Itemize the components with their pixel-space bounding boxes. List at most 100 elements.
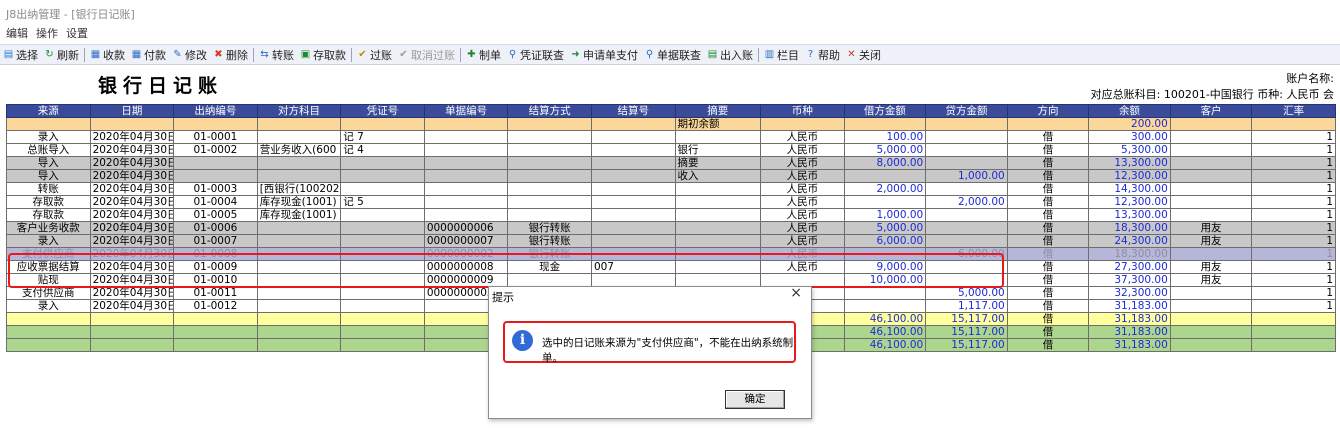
table-cell: 1	[1251, 208, 1336, 222]
table-cell: 37,300.00	[1088, 273, 1171, 287]
toolbar-button-in-out[interactable]: ▤ 出入账	[704, 47, 756, 63]
table-cell	[1169, 117, 1253, 131]
toolbar-button-help[interactable]: ? 帮助	[802, 47, 843, 63]
table-cell: 01-0003	[173, 182, 258, 196]
toolbar-button-close[interactable]: ✕ 关闭	[843, 47, 884, 63]
column-header[interactable]: 单据编号	[423, 104, 509, 118]
table-cell: 1	[1251, 130, 1336, 144]
table-cell	[760, 117, 845, 131]
table-cell	[590, 143, 676, 157]
column-header[interactable]: 方向	[1006, 104, 1090, 118]
account-info: 对应总账科目: 100201-中国银行 币种: 人民币 会	[1090, 88, 1334, 101]
table-cell: 2020年04月30日	[89, 156, 175, 170]
toolbar-button-transfer[interactable]: ⇆ 转账	[256, 47, 297, 63]
table-row[interactable]: 导入 2020年04月30日 摘要 人民币 8,000.00 借 13,300.00 1	[6, 156, 1336, 170]
post-icon: ✔	[358, 49, 367, 60]
table-cell: 用友	[1169, 234, 1253, 248]
column-header[interactable]: 出纳编号	[173, 104, 258, 118]
ok-button[interactable]: 确定	[725, 390, 785, 409]
toolbar-button-payment[interactable]: ▦ 付款	[128, 47, 169, 63]
table-cell: 24,300.00	[1088, 234, 1171, 248]
toolbar-button-delete[interactable]: ✖ 删除	[210, 47, 251, 63]
toolbar-separator	[758, 47, 759, 62]
table-row[interactable]: 导入 2020年04月30日 收入 人民币 1,000.00 借 12,300.00 1	[6, 169, 1336, 183]
table-cell	[674, 182, 762, 196]
table-cell	[256, 299, 342, 313]
table-cell: 用友	[1169, 273, 1253, 287]
table-cell: 31,183.00	[1088, 325, 1171, 339]
toolbar-label: 凭证联查	[520, 48, 564, 62]
table-cell: 2020年04月30日	[89, 299, 175, 313]
toolbar-button-select[interactable]: ▤ 选择	[0, 47, 41, 63]
menu-item-0[interactable]: 编辑	[6, 25, 28, 41]
column-header[interactable]: 来源	[6, 104, 91, 118]
column-header[interactable]: 币种	[760, 104, 845, 118]
toolbar-label: 过账	[370, 48, 392, 62]
table-cell	[256, 156, 342, 170]
column-header[interactable]: 结算号	[590, 104, 676, 118]
table-cell	[423, 143, 509, 157]
table-row[interactable]: 录入 2020年04月30日 01-0007 0000000007 银行转账 人民币 6,0…	[6, 234, 1336, 248]
toolbar-button-apply-pay[interactable]: ➜ 申请单支付	[567, 47, 641, 63]
toolbar-button-columns[interactable]: ▥ 栏目	[761, 47, 802, 63]
toolbar-button-receipt[interactable]: ▦ 收款	[87, 47, 128, 63]
table-cell: 人民币	[760, 182, 845, 196]
column-header[interactable]: 汇率	[1251, 104, 1336, 118]
table-cell: 客户业务收款	[6, 221, 91, 235]
table-cell	[925, 143, 1008, 157]
table-row[interactable]: 总账导入 2020年04月30日 01-0002 营业务收入(600 记 4 银行 人民币 5…	[6, 143, 1336, 157]
table-row[interactable]: 转账 2020年04月30日 01-0003 [西银行(100202 人民币 2,000.…	[6, 182, 1336, 196]
table-row[interactable]: 客户业务收款 2020年04月30日 01-0006 0000000006 银行转账 人民…	[6, 221, 1336, 235]
table-cell	[340, 221, 425, 235]
table-cell: 27,300.00	[1088, 260, 1171, 274]
column-header[interactable]: 余额	[1088, 104, 1171, 118]
table-cell: 借	[1006, 208, 1090, 222]
column-header[interactable]: 贷方金额	[925, 104, 1008, 118]
column-header[interactable]: 结算方式	[507, 104, 592, 118]
table-cell	[925, 234, 1008, 248]
toolbar-button-post[interactable]: ✔ 过账	[354, 47, 395, 63]
table-cell: 人民币	[760, 169, 845, 183]
column-header[interactable]: 客户	[1169, 104, 1253, 118]
table-row[interactable]: 存取款 2020年04月30日 01-0005 库存现金(1001) 人民币 1,000.…	[6, 208, 1336, 222]
toolbar-label: 出入账	[720, 48, 753, 62]
table-cell	[590, 195, 676, 209]
toolbar-button-edit[interactable]: ✎ 修改	[169, 47, 210, 63]
toolbar-button-unpost[interactable]: ✔ 取消过账	[395, 47, 458, 63]
menu-item-1[interactable]: 操作	[36, 25, 58, 41]
table-row[interactable]: 录入 2020年04月30日 01-0001 记 7 人民币 100.00 借 300.00 1	[6, 130, 1336, 144]
table-cell	[590, 234, 676, 248]
table-cell	[1251, 312, 1336, 326]
column-header[interactable]: 摘要	[674, 104, 762, 118]
table-cell: 1	[1251, 195, 1336, 209]
menu-item-2[interactable]: 设置	[66, 25, 88, 41]
table-cell: 5,300.00	[1088, 143, 1171, 157]
table-cell: 15,117.00	[925, 325, 1008, 339]
table-cell: 人民币	[760, 130, 845, 144]
table-row[interactable]: 期初余额 200.00	[6, 117, 1336, 131]
table-cell	[1169, 195, 1253, 209]
toolbar-button-refresh[interactable]: ↻ 刷新	[41, 47, 82, 63]
table-cell	[256, 325, 342, 339]
table-cell	[1169, 143, 1253, 157]
unpost-icon: ✔	[399, 49, 408, 60]
table-cell: 借	[1006, 130, 1090, 144]
table-row[interactable]: 存取款 2020年04月30日 01-0004 库存现金(1001) 记 5 人民币 2,0…	[6, 195, 1336, 209]
column-header[interactable]: 凭证号	[340, 104, 425, 118]
table-header-row: 来源 日期 出纳编号 对方科目 凭证号 单据编号 结算方式 结算号 摘要 币种 借方金额 贷方金额 方向…	[6, 104, 1336, 118]
toolbar-button-voucher-query[interactable]: ⚲ 凭证联查	[504, 47, 567, 63]
toolbar-button-deposit[interactable]: ▣ 存取款	[297, 47, 349, 63]
dialog-close-icon[interactable]: ×	[790, 285, 802, 301]
table-cell: 01-0007	[173, 234, 258, 248]
table-cell	[423, 169, 509, 183]
toolbar-button-bill-query[interactable]: ⚲ 单据联查	[641, 47, 704, 63]
table-cell: 借	[1006, 299, 1090, 313]
column-header[interactable]: 对方科目	[256, 104, 342, 118]
table-cell: 46,100.00	[843, 325, 927, 339]
table-cell: 1	[1251, 273, 1336, 287]
toolbar-label: 刷新	[57, 48, 79, 62]
column-header[interactable]: 日期	[89, 104, 175, 118]
toolbar-button-make-voucher[interactable]: ✚ 制单	[463, 47, 504, 63]
column-header[interactable]: 借方金额	[843, 104, 927, 118]
deposit-icon: ▣	[300, 49, 311, 60]
